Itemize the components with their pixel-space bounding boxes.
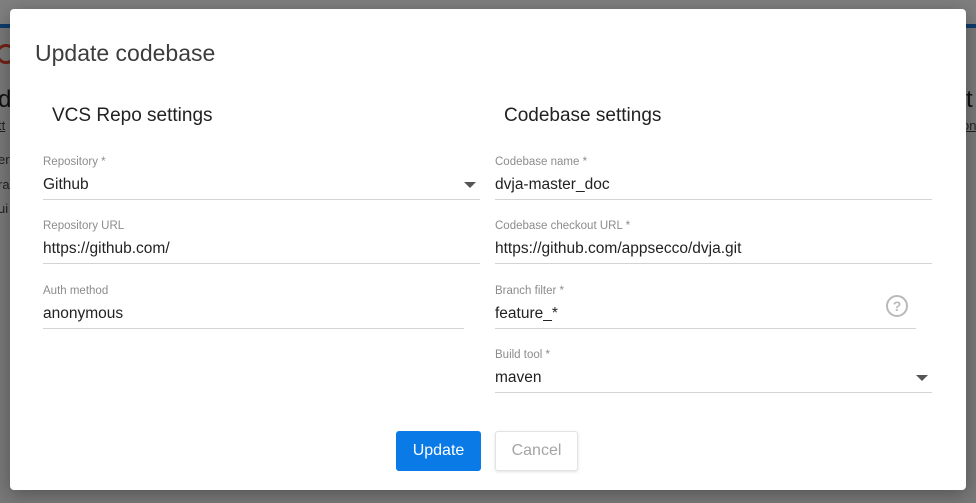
update-button[interactable]: Update	[396, 431, 481, 471]
help-icon[interactable]: ?	[886, 295, 908, 317]
repository-underline	[43, 199, 480, 200]
branch-filter-field[interactable]: Branch filter * feature_*	[495, 285, 916, 329]
repository-url-field[interactable]: Repository URL https://github.com/	[43, 220, 480, 264]
build-tool-label: Build tool *	[495, 349, 550, 361]
repository-label: Repository *	[43, 156, 106, 168]
repository-value: Github	[43, 176, 89, 193]
chevron-down-icon[interactable]	[464, 182, 476, 188]
branch-filter-underline	[495, 328, 916, 329]
auth-method-field[interactable]: Auth method anonymous	[43, 285, 464, 329]
auth-method-value: anonymous	[43, 305, 124, 322]
chevron-down-icon[interactable]	[916, 375, 928, 381]
build-tool-select[interactable]: Build tool * maven	[495, 349, 932, 393]
cancel-button[interactable]: Cancel	[495, 431, 578, 471]
build-tool-underline	[495, 392, 932, 393]
codebase-name-field[interactable]: Codebase name * dvja-master_doc	[495, 156, 932, 200]
branch-filter-label: Branch filter *	[495, 285, 565, 297]
update-codebase-dialog: Update codebase VCS Repo settings Reposi…	[10, 9, 966, 490]
build-tool-value: maven	[495, 369, 542, 386]
auth-method-label: Auth method	[43, 285, 109, 297]
auth-method-underline	[43, 328, 464, 329]
codebase-name-value: dvja-master_doc	[495, 176, 610, 193]
repository-select[interactable]: Repository * Github	[43, 156, 480, 200]
repository-url-label: Repository URL	[43, 220, 125, 232]
repository-url-underline	[43, 263, 480, 264]
checkout-url-field[interactable]: Codebase checkout URL * https://github.c…	[495, 220, 932, 264]
codebase-name-underline	[495, 199, 932, 200]
codebase-section-title: Codebase settings	[504, 105, 662, 126]
branch-filter-value: feature_*	[495, 305, 558, 322]
vcs-section-title: VCS Repo settings	[52, 105, 213, 126]
checkout-url-underline	[495, 263, 932, 264]
checkout-url-value: https://github.com/appsecco/dvja.git	[495, 240, 742, 257]
dialog-title: Update codebase	[35, 40, 216, 66]
repository-url-value: https://github.com/	[43, 240, 170, 257]
codebase-name-label: Codebase name *	[495, 156, 588, 168]
checkout-url-label: Codebase checkout URL *	[495, 220, 631, 232]
